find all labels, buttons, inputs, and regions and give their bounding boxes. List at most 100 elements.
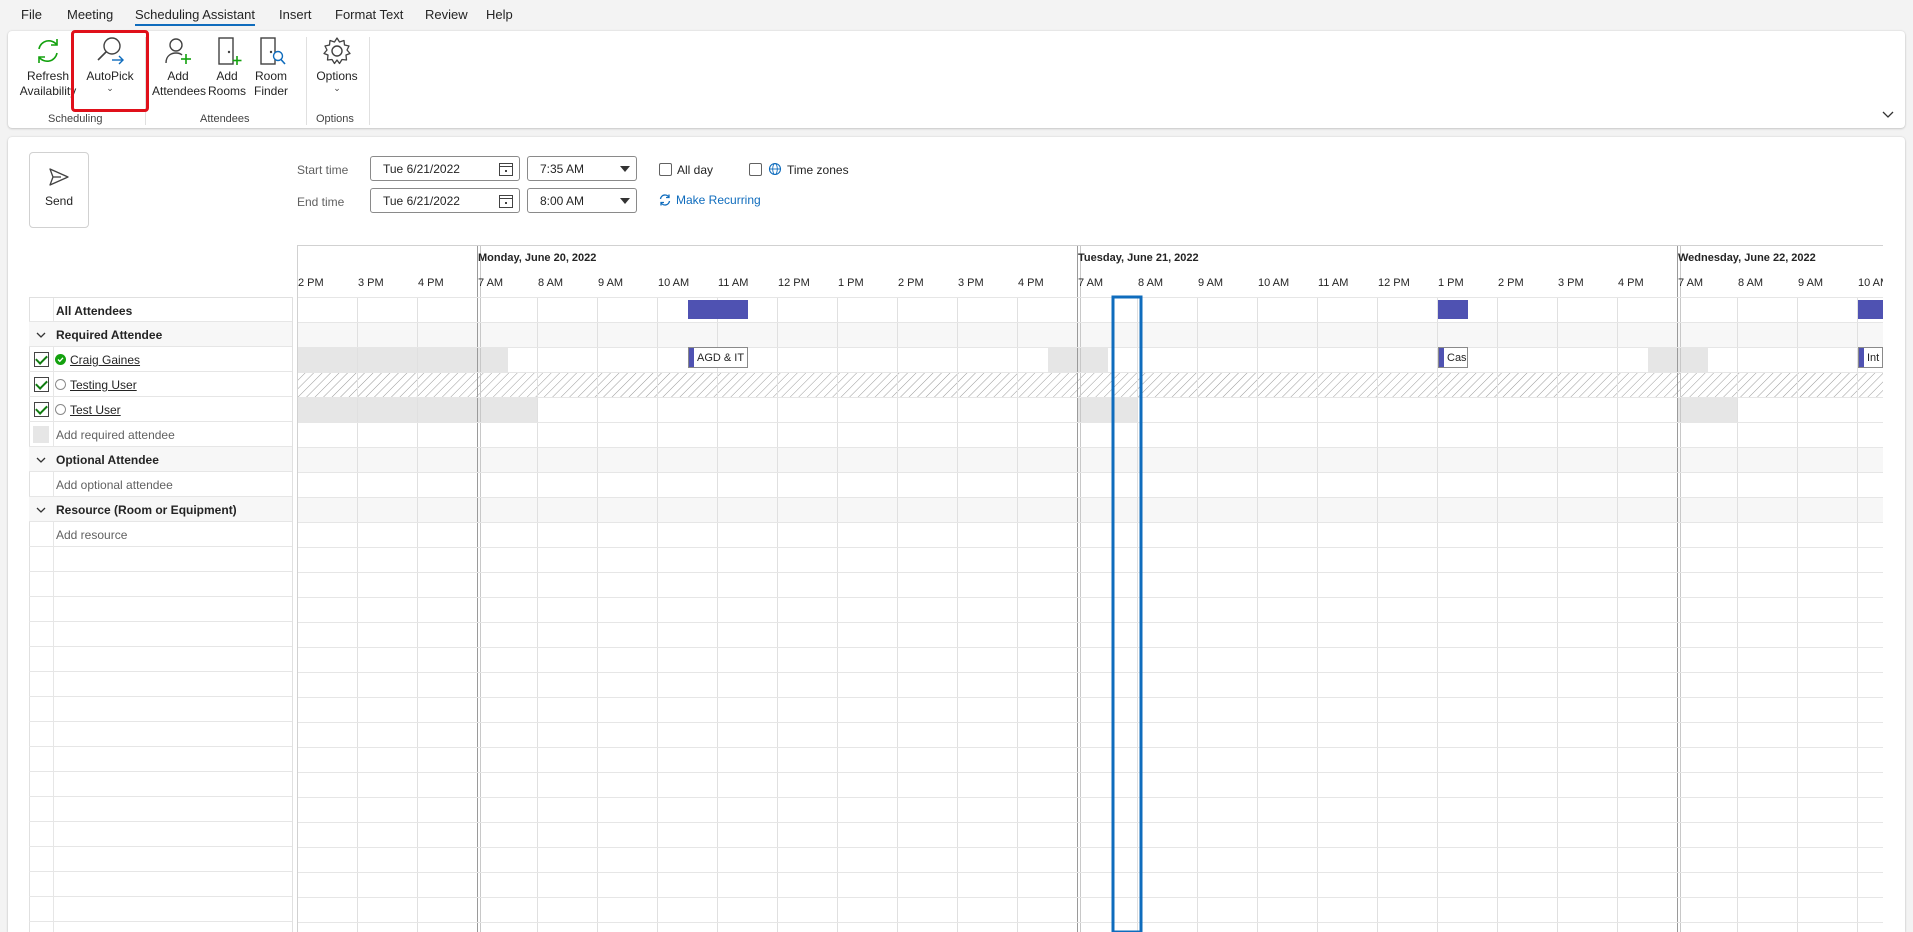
hour-label: 2 PM — [298, 277, 324, 289]
add-attendees-button[interactable]: Add Attendees — [152, 35, 207, 99]
end-date-value: Tue 6/21/2022 — [383, 194, 460, 208]
free-busy-timeline[interactable]: Monday, June 20, 2022 Tuesday, June 21, … — [297, 245, 1883, 932]
off-hours-block — [1678, 348, 1708, 372]
event-block[interactable]: Int — [1858, 347, 1883, 368]
add-resource-input[interactable]: Add resource — [56, 528, 127, 542]
add-resource-row[interactable]: Add resource — [29, 522, 292, 547]
hour-label: 4 PM — [1018, 277, 1044, 289]
off-hours-block — [1078, 348, 1108, 372]
empty-row — [29, 772, 292, 797]
attendee-checkbox[interactable] — [34, 377, 49, 392]
time-zones-checkbox[interactable] — [749, 163, 762, 176]
hour-label: 7 AM — [1678, 277, 1704, 289]
add-optional-attendee-row[interactable]: Add optional attendee — [29, 472, 292, 497]
optional-attendee-group[interactable]: Optional Attendee — [29, 447, 292, 472]
attendee-name[interactable]: Testing User — [70, 378, 137, 392]
group-label-options: Options — [316, 113, 354, 125]
required-attendee-label: Required Attendee — [56, 328, 163, 342]
tab-file[interactable]: File — [21, 7, 42, 22]
all-day-label: All day — [677, 163, 714, 177]
attendee-checkbox[interactable] — [34, 352, 49, 367]
tab-review[interactable]: Review — [425, 7, 468, 22]
add-person-icon — [165, 38, 191, 64]
chevron-down-icon[interactable] — [36, 505, 46, 515]
empty-row — [29, 672, 292, 697]
end-time-field[interactable]: 8:00 AM — [527, 188, 637, 213]
availability-label: Availability — [19, 84, 77, 98]
calendar-icon[interactable] — [498, 161, 514, 177]
off-hours-block — [478, 398, 538, 422]
dropdown-arrow-icon[interactable] — [620, 198, 630, 204]
options-label: Options — [316, 69, 358, 83]
start-time-value: 7:35 AM — [540, 162, 585, 176]
add-rooms-label-1: Add — [216, 69, 238, 83]
door-add-icon — [218, 37, 242, 65]
hour-label: 10 AM — [1258, 277, 1290, 289]
empty-row — [29, 797, 292, 822]
add-optional-attendee-input[interactable]: Add optional attendee — [56, 478, 173, 492]
send-button[interactable]: Send — [29, 152, 89, 228]
empty-row — [29, 572, 292, 597]
tab-help[interactable]: Help — [486, 7, 513, 22]
off-hours-block — [1048, 348, 1078, 372]
event-label: AGD & IT — [697, 352, 745, 364]
event-block[interactable]: AGD & IT — [688, 347, 748, 368]
attendee-row-craig-gaines[interactable]: Craig Gaines — [29, 347, 292, 372]
tab-scheduling-assistant[interactable]: Scheduling Assistant — [135, 7, 255, 26]
hour-label: 1 PM — [1438, 277, 1464, 289]
gear-icon — [323, 37, 351, 65]
all-day-checkbox[interactable] — [659, 163, 672, 176]
add-attendees-label-2: Attendees — [152, 84, 207, 98]
autopick-highlight — [71, 30, 149, 112]
calendar-icon[interactable] — [498, 193, 514, 209]
hour-label: 2 PM — [1498, 277, 1524, 289]
optional-attendee-label: Optional Attendee — [56, 453, 159, 467]
hour-label: 9 AM — [1798, 277, 1824, 289]
ribbon-separator — [306, 37, 307, 125]
attendee-list: All Attendees Required Attendee Craig Ga… — [29, 297, 293, 932]
room-finder-label-1: Room — [254, 69, 287, 83]
dropdown-arrow-icon[interactable] — [620, 166, 630, 172]
collapse-ribbon-chevron-icon[interactable] — [1881, 107, 1895, 121]
event-block[interactable]: Case — [1438, 347, 1468, 368]
attendee-name[interactable]: Test User — [70, 403, 121, 417]
refresh-availability-button[interactable]: Refresh Availability — [18, 35, 78, 99]
resource-group[interactable]: Resource (Room or Equipment) — [29, 497, 292, 522]
add-required-attendee-input[interactable]: Add required attendee — [56, 428, 175, 442]
globe-icon — [768, 162, 782, 176]
start-date-field[interactable]: Tue 6/21/2022 — [370, 156, 520, 181]
tab-format-text[interactable]: Format Text — [335, 7, 403, 22]
chevron-down-icon[interactable] — [36, 455, 46, 465]
room-finder-button[interactable]: Room Finder — [249, 35, 293, 99]
chevron-down-icon[interactable] — [36, 330, 46, 340]
start-time-field[interactable]: 7:35 AM — [527, 156, 637, 181]
required-attendee-group[interactable]: Required Attendee — [29, 322, 292, 347]
hour-label: 10 AM — [658, 277, 690, 289]
add-required-attendee-row[interactable]: Add required attendee — [29, 422, 292, 447]
timeline-grid — [297, 245, 1883, 932]
tab-meeting[interactable]: Meeting — [67, 7, 113, 22]
send-icon — [49, 168, 69, 186]
busy-bar — [1858, 300, 1883, 319]
hour-label: 9 AM — [598, 277, 624, 289]
start-date-value: Tue 6/21/2022 — [383, 162, 460, 176]
attendee-name[interactable]: Craig Gaines — [70, 353, 140, 367]
empty-row — [29, 547, 292, 572]
tab-insert[interactable]: Insert — [279, 7, 312, 22]
add-rooms-button[interactable]: Add Rooms — [207, 35, 247, 99]
attendee-row-test-user[interactable]: Test User — [29, 397, 292, 422]
hour-label: 4 PM — [418, 277, 444, 289]
empty-row — [29, 697, 292, 722]
resource-label: Resource (Room or Equipment) — [56, 503, 237, 517]
attendee-checkbox[interactable] — [34, 402, 49, 417]
placeholder-box — [33, 426, 49, 443]
attendee-row-testing-user[interactable]: Testing User — [29, 372, 292, 397]
make-recurring-link[interactable]: Make Recurring — [658, 193, 761, 207]
all-attendees-row: All Attendees — [29, 297, 292, 322]
hour-label: 8 AM — [538, 277, 564, 289]
end-date-field[interactable]: Tue 6/21/2022 — [370, 188, 520, 213]
group-label-attendees: Attendees — [200, 113, 250, 125]
day-header-monday: Monday, June 20, 2022 — [478, 252, 597, 264]
options-button[interactable]: Options ⌄ — [312, 35, 362, 93]
hour-label: 7 AM — [478, 277, 504, 289]
